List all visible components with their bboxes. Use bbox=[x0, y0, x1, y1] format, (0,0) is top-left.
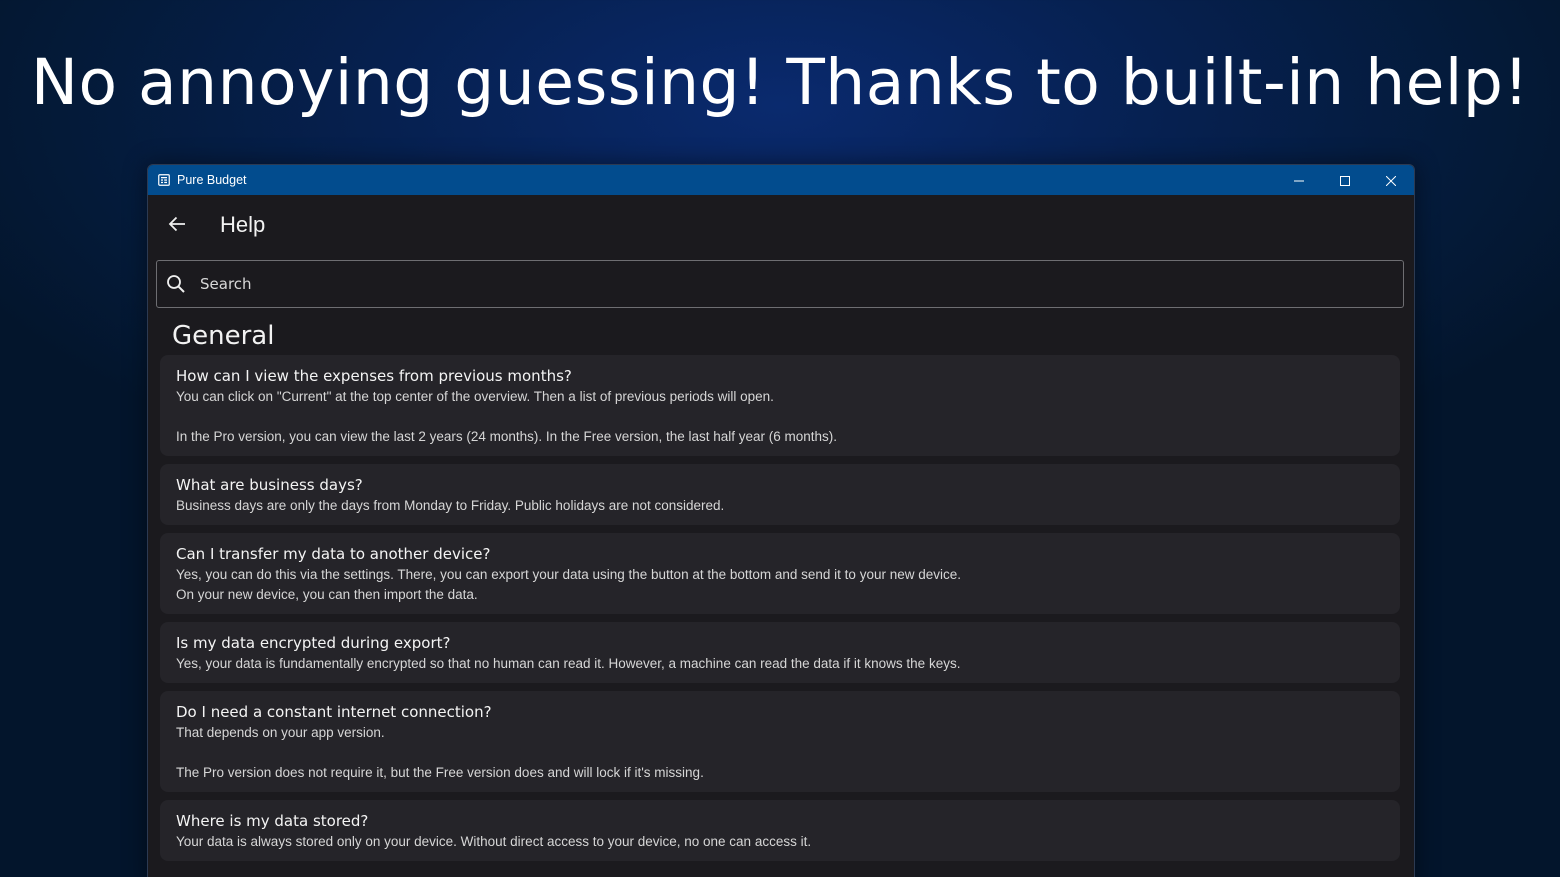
app-window: Pure Budget Help Search General How can … bbox=[147, 164, 1415, 877]
faq-question: Where is my data stored? bbox=[176, 812, 369, 830]
page-header: Help bbox=[148, 195, 1414, 259]
faq-item[interactable]: How can I view the expenses from previou… bbox=[160, 355, 1400, 456]
faq-list: How can I view the expenses from previou… bbox=[160, 355, 1400, 869]
faq-question: How can I view the expenses from previou… bbox=[176, 367, 572, 385]
faq-answer: Your data is always stored only on your … bbox=[176, 834, 812, 849]
arrow-left-icon bbox=[168, 216, 186, 236]
faq-question: What are business days? bbox=[176, 476, 363, 494]
app-logo-icon bbox=[158, 174, 170, 186]
section-title-general: General bbox=[172, 321, 275, 351]
close-button[interactable] bbox=[1368, 165, 1414, 195]
title-bar[interactable]: Pure Budget bbox=[148, 165, 1414, 195]
back-button[interactable] bbox=[164, 213, 190, 239]
minimize-icon bbox=[1294, 171, 1304, 190]
faq-item[interactable]: Is my data encrypted during export? Yes,… bbox=[160, 622, 1400, 683]
faq-answer: You can click on "Current" at the top ce… bbox=[176, 389, 838, 444]
faq-item[interactable]: Where is my data stored? Your data is al… bbox=[160, 800, 1400, 861]
minimize-button[interactable] bbox=[1276, 165, 1322, 195]
faq-question: Can I transfer my data to another device… bbox=[176, 545, 491, 563]
maximize-icon bbox=[1340, 171, 1350, 190]
faq-answer: That depends on your app version. The Pr… bbox=[176, 725, 704, 780]
search-input[interactable] bbox=[200, 275, 1350, 293]
faq-question: Do I need a constant internet connection… bbox=[176, 703, 492, 721]
maximize-button[interactable] bbox=[1322, 165, 1368, 195]
faq-question: Is my data encrypted during export? bbox=[176, 634, 451, 652]
faq-item[interactable]: What are business days? Business days ar… bbox=[160, 464, 1400, 525]
faq-answer: Business days are only the days from Mon… bbox=[176, 498, 725, 513]
close-icon bbox=[1385, 171, 1397, 190]
search-box[interactable] bbox=[156, 260, 1404, 308]
window-title: Pure Budget bbox=[177, 173, 247, 187]
faq-answer: Yes, you can do this via the settings. T… bbox=[176, 567, 961, 602]
search-icon bbox=[165, 273, 187, 295]
page-title: Help bbox=[220, 212, 266, 237]
window-controls bbox=[1276, 165, 1414, 195]
promo-headline: No annoying guessing! Thanks to built-in… bbox=[30, 46, 1530, 119]
faq-item[interactable]: Can I transfer my data to another device… bbox=[160, 533, 1400, 614]
faq-item[interactable]: Do I need a constant internet connection… bbox=[160, 691, 1400, 792]
faq-answer: Yes, your data is fundamentally encrypte… bbox=[176, 656, 961, 671]
